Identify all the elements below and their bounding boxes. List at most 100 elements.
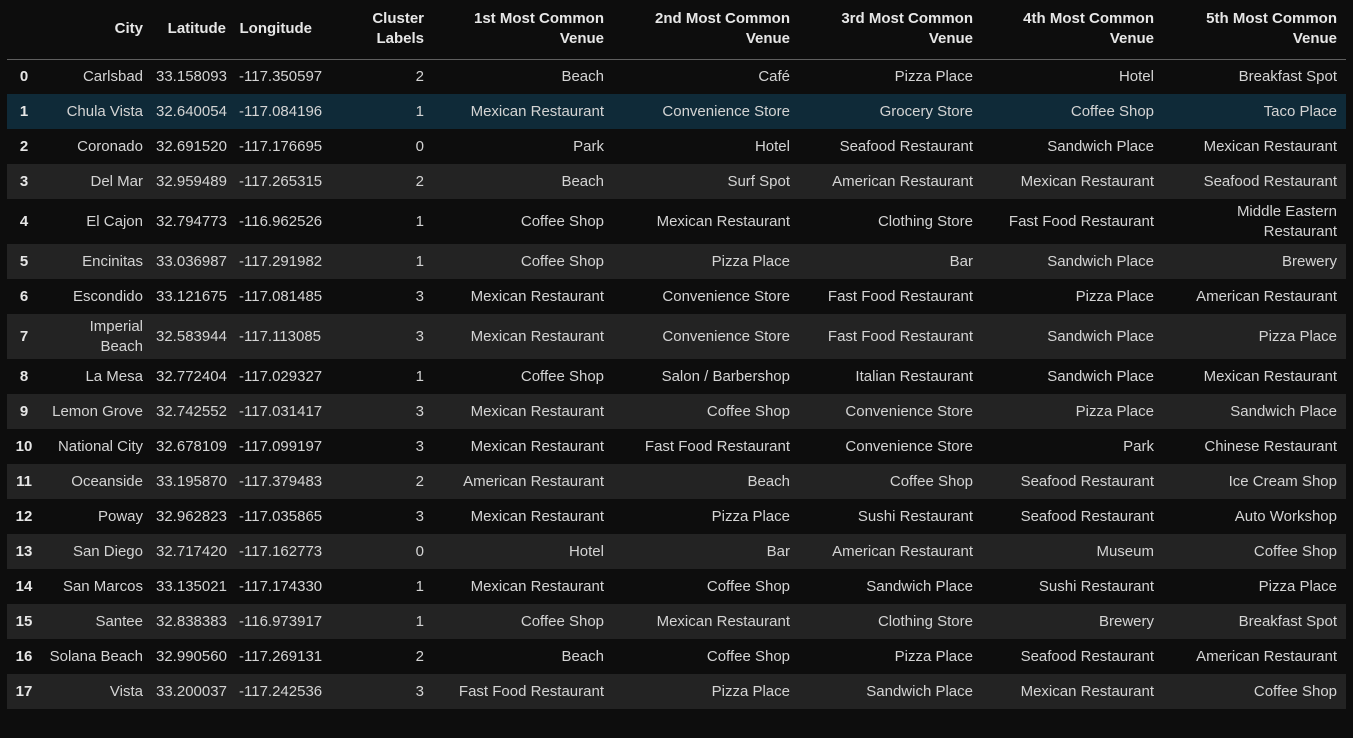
- venue-4-cell: Sandwich Place: [1047, 252, 1154, 270]
- column-header-longitude: Longitude: [239, 20, 312, 38]
- row-index: 15: [15, 612, 33, 630]
- venue-4-cell: Sushi Restaurant: [1038, 577, 1154, 595]
- cluster-label-cell: 1: [415, 612, 424, 630]
- longitude-cell: -117.035865: [239, 507, 323, 525]
- row-index: 10: [15, 437, 33, 455]
- venue-5-cell: Ice Cream Shop: [1228, 472, 1337, 490]
- city-cell: San Diego: [72, 542, 143, 560]
- table-body: 0 Carlsbad 33.158093 -117.350597 2 Beach Café P…: [7, 59, 1346, 709]
- venue-2-cell: Hotel: [754, 137, 790, 155]
- venue-2-cell: Beach: [747, 472, 790, 490]
- latitude-cell: 33.121675: [156, 287, 227, 305]
- venue-3-cell: Sandwich Place: [866, 682, 973, 700]
- row-index: 3: [19, 172, 29, 190]
- table-row: 8 La Mesa 32.772404 -117.029327 1 Coffee Shop…: [7, 359, 1346, 394]
- venue-4-cell: Sandwich Place: [1047, 367, 1154, 385]
- venue-4-cell: Seafood Restaurant: [1020, 507, 1154, 525]
- venue-1-cell: Park: [573, 137, 604, 155]
- row-index: 7: [19, 327, 29, 345]
- latitude-cell: 32.772404: [156, 367, 227, 385]
- column-header-venue-2: 2nd Most Common Venue: [655, 10, 790, 48]
- longitude-cell: -117.291982: [239, 252, 323, 270]
- venue-3-cell: Grocery Store: [879, 102, 973, 120]
- venue-2-cell: Salon / Barbershop: [661, 367, 790, 385]
- latitude-cell: 32.640054: [156, 102, 227, 120]
- venue-2-cell: Coffee Shop: [706, 647, 790, 665]
- cluster-label-cell: 2: [415, 647, 424, 665]
- row-index: 5: [19, 252, 29, 270]
- longitude-cell: -117.350597: [239, 67, 323, 85]
- venue-4-cell: Mexican Restaurant: [1020, 682, 1154, 700]
- latitude-cell: 32.959489: [156, 172, 227, 190]
- venue-4-cell: Brewery: [1098, 612, 1154, 630]
- venue-3-cell: Seafood Restaurant: [839, 137, 973, 155]
- column-header-city: City: [114, 20, 143, 38]
- cluster-label-cell: 0: [415, 542, 424, 560]
- city-cell: Coronado: [77, 137, 143, 155]
- city-cell: Escondido: [72, 287, 143, 305]
- city-cell: La Mesa: [85, 367, 143, 385]
- venue-4-cell: Fast Food Restaurant: [1008, 212, 1154, 230]
- cluster-label-cell: 2: [415, 172, 424, 190]
- cluster-label-cell: 0: [415, 137, 424, 155]
- venue-1-cell: American Restaurant: [463, 472, 604, 490]
- table-row: 0 Carlsbad 33.158093 -117.350597 2 Beach Café P…: [7, 59, 1346, 94]
- venue-3-cell: Coffee Shop: [889, 472, 973, 490]
- longitude-cell: -117.379483: [239, 472, 323, 490]
- venue-1-cell: Coffee Shop: [520, 252, 604, 270]
- table-row: 16 Solana Beach 32.990560 -117.269131 2 Beach…: [7, 639, 1346, 674]
- venue-3-cell: Clothing Store: [877, 612, 973, 630]
- venue-4-cell: Coffee Shop: [1070, 102, 1154, 120]
- row-index: 11: [16, 472, 32, 490]
- table-row: 14 San Marcos 33.135021 -117.174330 1 Mexican…: [7, 569, 1346, 604]
- row-index: 16: [15, 647, 33, 665]
- longitude-cell: -117.084196: [239, 102, 323, 120]
- column-header-venue-3: 3rd Most Common Venue: [841, 10, 973, 48]
- row-index: 1: [19, 102, 29, 120]
- venue-5-cell: Pizza Place: [1258, 327, 1337, 345]
- city-cell: Santee: [95, 612, 143, 630]
- table-row: 7 Imperial Beach 32.583944 -117.113085 3 Mexi…: [7, 314, 1346, 359]
- city-cell: Encinitas: [82, 252, 143, 270]
- venue-3-cell: Sandwich Place: [866, 577, 973, 595]
- row-index: 0: [19, 67, 29, 85]
- venue-5-cell: Seafood Restaurant: [1203, 172, 1337, 190]
- cluster-label-cell: 3: [415, 402, 424, 420]
- longitude-cell: -116.973917: [239, 612, 323, 630]
- venue-5-cell: Mexican Restaurant: [1203, 137, 1337, 155]
- cluster-label-cell: 2: [415, 67, 424, 85]
- venue-2-cell: Café: [758, 67, 790, 85]
- table-row: 11 Oceanside 33.195870 -117.379483 2 American…: [7, 464, 1346, 499]
- latitude-cell: 32.717420: [156, 542, 227, 560]
- venue-1-cell: Coffee Shop: [520, 367, 604, 385]
- venue-2-cell: Coffee Shop: [706, 402, 790, 420]
- dataframe-table: City Latitude Longitude Cluster Labels 1…: [7, 0, 1346, 709]
- venue-5-cell: Brewery: [1281, 252, 1337, 270]
- venue-2-cell: Convenience Store: [662, 287, 790, 305]
- latitude-cell: 33.195870: [156, 472, 227, 490]
- venue-5-cell: Middle Eastern Restaurant: [1236, 202, 1337, 240]
- city-cell: Vista: [109, 682, 143, 700]
- city-cell: Solana Beach: [49, 647, 143, 665]
- cluster-label-cell: 3: [415, 287, 424, 305]
- latitude-cell: 32.691520: [156, 137, 227, 155]
- table-row: 17 Vista 33.200037 -117.242536 3 Fast Food Re…: [7, 674, 1346, 709]
- cluster-label-cell: 2: [415, 472, 424, 490]
- venue-3-cell: Convenience Store: [845, 437, 973, 455]
- row-index: 14: [15, 577, 33, 595]
- table-row: 13 San Diego 32.717420 -117.162773 0 Hotel Bar…: [7, 534, 1346, 569]
- longitude-cell: -117.265315: [239, 172, 323, 190]
- table-row: 6 Escondido 33.121675 -117.081485 3 Mexican R…: [7, 279, 1346, 314]
- cluster-label-cell: 1: [415, 252, 424, 270]
- venue-2-cell: Convenience Store: [662, 102, 790, 120]
- latitude-cell: 32.583944: [156, 327, 227, 345]
- venue-5-cell: American Restaurant: [1196, 647, 1337, 665]
- column-header-venue-4: 4th Most Common Venue: [1023, 10, 1154, 48]
- venue-4-cell: Hotel: [1118, 67, 1154, 85]
- venue-4-cell: Seafood Restaurant: [1020, 647, 1154, 665]
- venue-3-cell: American Restaurant: [832, 172, 973, 190]
- latitude-cell: 32.678109: [156, 437, 227, 455]
- venue-3-cell: Sushi Restaurant: [857, 507, 973, 525]
- venue-3-cell: Fast Food Restaurant: [827, 327, 973, 345]
- row-index: 6: [19, 287, 29, 305]
